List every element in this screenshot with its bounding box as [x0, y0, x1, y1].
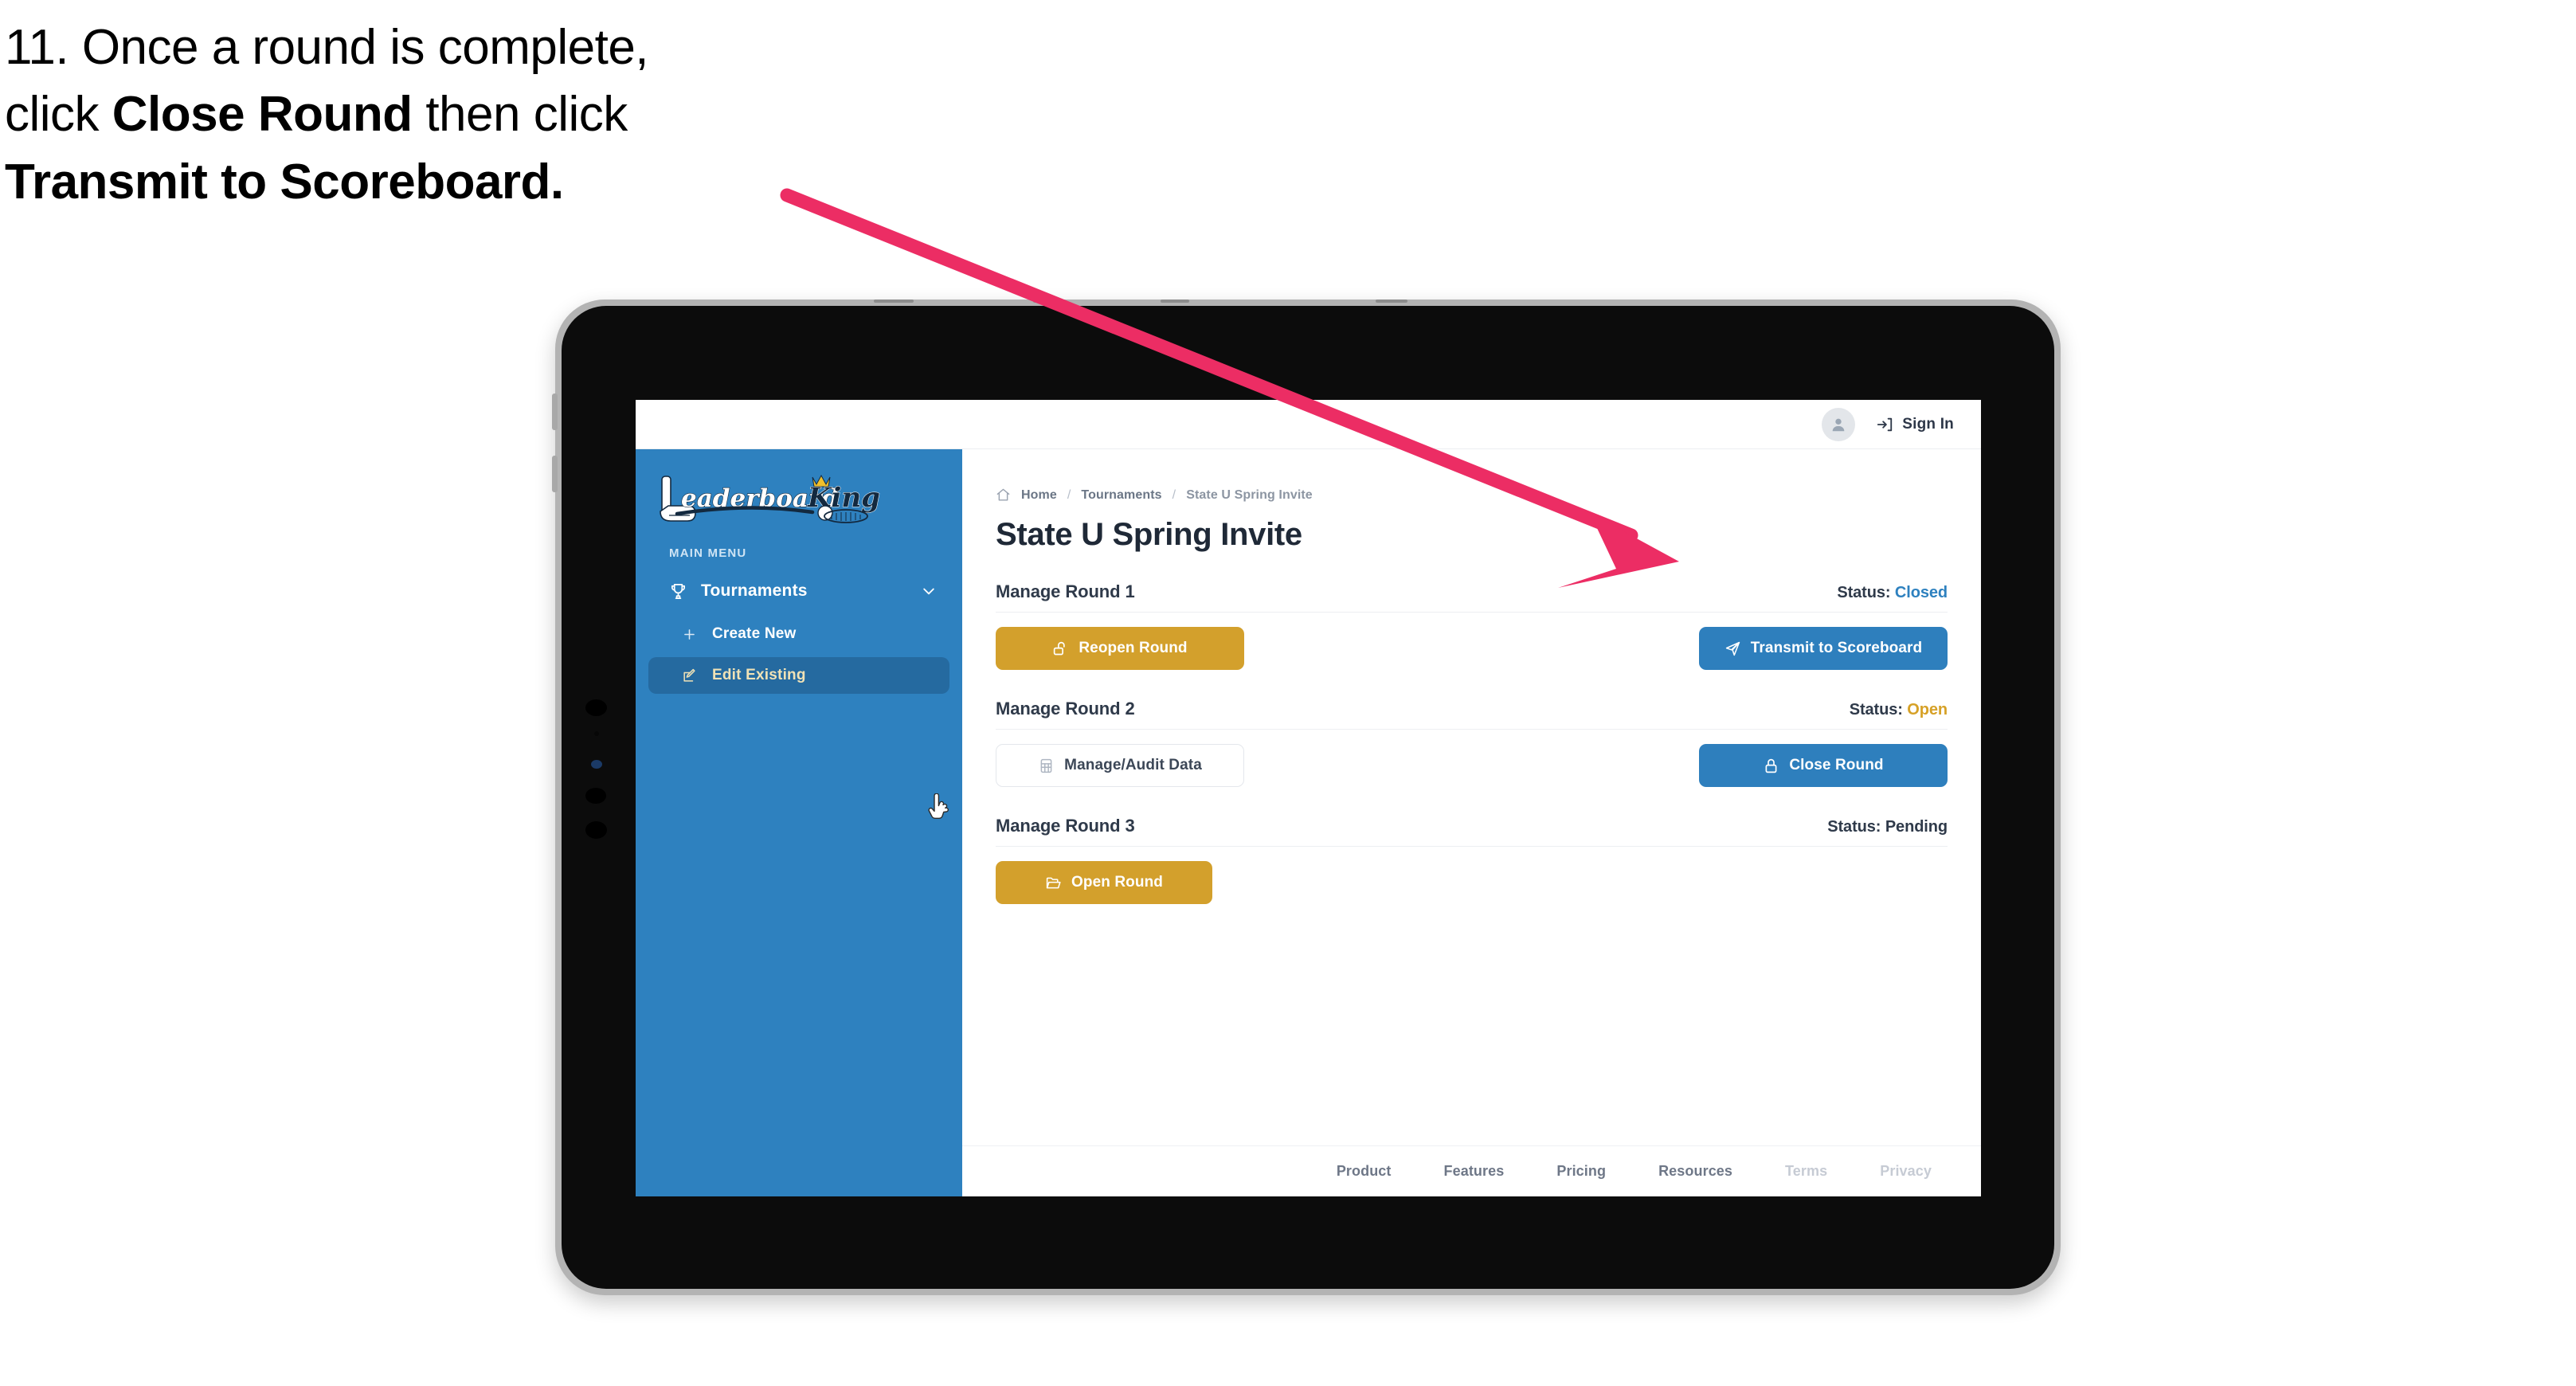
tablet-top-speck-3 [1161, 300, 1189, 303]
sidebar-item-create-new[interactable]: Create New [648, 616, 949, 652]
round-1-header: Manage Round 1 Status: Closed [996, 581, 1948, 613]
footer-link-privacy[interactable]: Privacy [1880, 1163, 1932, 1180]
caption-line-2-post: then click [412, 87, 628, 143]
footer-link-pricing[interactable]: Pricing [1556, 1163, 1606, 1180]
footer-link-product[interactable]: Product [1337, 1163, 1392, 1180]
caption-line-2-pre: click [5, 87, 112, 143]
main-content: Home / Tournaments / State U Spring Invi… [962, 449, 1981, 1196]
tablet-side-button-top [552, 393, 558, 430]
manage-audit-data-label: Manage/Audit Data [1064, 757, 1202, 773]
round-block-2: Manage Round 2 Status: Open Manage/Audit… [996, 699, 1948, 787]
edit-square-icon [682, 668, 701, 683]
round-2-title: Manage Round 2 [996, 699, 1135, 718]
instruction-caption: 11. Once a round is complete, click Clos… [5, 14, 881, 216]
sign-in-label: Sign In [1902, 415, 1954, 433]
round-3-status-value: Pending [1885, 818, 1948, 836]
breadcrumb: Home / Tournaments / State U Spring Invi… [996, 487, 1948, 503]
chevron-down-icon[interactable] [921, 583, 937, 599]
caption-line-3: Transmit to Scoreboard. [5, 154, 564, 209]
tablet-sensor-dot-2 [594, 731, 599, 736]
trophy-icon [669, 582, 691, 601]
round-1-status: Status: Closed [1837, 584, 1948, 602]
round-1-actions: Reopen Round Transmit to Scoreboard [996, 627, 1948, 670]
round-2-header: Manage Round 2 Status: Open [996, 699, 1948, 730]
app-footer: Product Features Pricing Resources Terms… [962, 1145, 1981, 1196]
round-2-status: Status: Open [1850, 701, 1948, 719]
folder-open-icon [1046, 877, 1061, 888]
tablet-screen: Sign In eaderboard King MAIN MENU Tourna… [636, 400, 1981, 1196]
close-round-button[interactable]: Close Round [1699, 744, 1948, 787]
app-topbar: Sign In [636, 400, 1981, 449]
sign-in-button[interactable]: Sign In [1876, 416, 1954, 433]
caption-line-2-bold: Close Round [112, 87, 413, 143]
open-round-button[interactable]: Open Round [996, 861, 1212, 904]
transmit-to-scoreboard-label: Transmit to Scoreboard [1750, 640, 1923, 656]
content-inner: Home / Tournaments / State U Spring Invi… [962, 449, 1981, 1145]
avatar[interactable] [1822, 407, 1856, 441]
page-title: State U Spring Invite [996, 517, 1302, 552]
sidebar-item-tournaments-label: Tournaments [701, 581, 808, 600]
round-block-3: Manage Round 3 Status: Pending Open Roun… [996, 816, 1948, 904]
round-3-status: Status: Pending [1827, 818, 1948, 836]
round-2-actions: Manage/Audit Data Close Round [996, 744, 1948, 787]
round-2-status-label: Status: [1849, 701, 1903, 718]
round-1-status-label: Status: [1837, 584, 1891, 601]
round-3-status-label: Status: [1827, 818, 1881, 836]
round-3-actions: Open Round [996, 861, 1948, 904]
tablet-top-speck-1 [874, 300, 914, 303]
caption-line-2: click Close Round then click [5, 81, 881, 148]
sidebar: eaderboard King MAIN MENU Tournaments Cr… [636, 449, 962, 1196]
leaderboard-king-logo-icon: eaderboard King [660, 474, 880, 523]
sidebar-section-label: MAIN MENU [669, 546, 747, 560]
round-3-header: Manage Round 3 Status: Pending [996, 816, 1948, 847]
sidebar-item-tournaments[interactable]: Tournaments [648, 571, 949, 611]
lock-icon [1765, 758, 1777, 773]
tablet-device-mockup: Sign In eaderboard King MAIN MENU Tourna… [552, 300, 2061, 1295]
reopen-round-button[interactable]: Reopen Round [996, 627, 1244, 670]
footer-link-terms[interactable]: Terms [1785, 1163, 1827, 1180]
sidebar-item-edit-existing-label: Edit Existing [712, 667, 806, 683]
tablet-side-button-bottom [552, 456, 558, 492]
tablet-sensor-dot-4 [585, 821, 607, 839]
breadcrumb-separator-1: / [1067, 487, 1071, 502]
svg-text:King: King [807, 482, 880, 514]
breadcrumb-item-tournaments[interactable]: Tournaments [1081, 488, 1161, 503]
round-1-status-value: Closed [1894, 584, 1948, 601]
tablet-sensor-dot-3 [585, 788, 606, 804]
close-round-label: Close Round [1789, 757, 1884, 773]
pointer-hand-cursor [927, 793, 951, 828]
breadcrumb-item-current: State U Spring Invite [1186, 487, 1313, 502]
user-avatar-icon [1832, 418, 1845, 431]
app-logo[interactable]: eaderboard King [636, 454, 962, 527]
sidebar-item-create-new-label: Create New [712, 625, 797, 642]
tablet-outer-frame: Sign In eaderboard King MAIN MENU Tourna… [552, 300, 2061, 1295]
breadcrumb-item-home[interactable]: Home [1021, 488, 1057, 503]
manage-audit-data-button[interactable]: Manage/Audit Data [996, 744, 1244, 787]
round-3-title: Manage Round 3 [996, 816, 1135, 836]
plus-icon [682, 627, 701, 642]
transmit-to-scoreboard-button[interactable]: Transmit to Scoreboard [1699, 627, 1948, 670]
reopen-round-label: Reopen Round [1079, 640, 1188, 656]
round-block-1: Manage Round 1 Status: Closed Reopen Rou… [996, 581, 1948, 670]
paper-plane-icon [1725, 641, 1740, 656]
open-round-label: Open Round [1071, 874, 1163, 891]
round-2-status-value: Open [1907, 701, 1948, 718]
breadcrumb-separator-2: / [1172, 487, 1176, 502]
round-1-title: Manage Round 1 [996, 581, 1135, 601]
unlock-icon [1054, 641, 1066, 655]
sidebar-item-edit-existing[interactable]: Edit Existing [648, 657, 949, 694]
tablet-top-speck-2 [1033, 300, 1065, 303]
caption-line-1: 11. Once a round is complete, [5, 20, 649, 75]
home-icon[interactable] [996, 487, 1011, 503]
app-body: eaderboard King MAIN MENU Tournaments Cr… [636, 449, 1981, 1196]
tablet-camera-lens [591, 760, 602, 769]
tablet-top-speck-4 [1376, 300, 1407, 303]
footer-link-features[interactable]: Features [1444, 1163, 1505, 1180]
tablet-sensor-dot-1 [585, 699, 607, 716]
footer-link-resources[interactable]: Resources [1658, 1163, 1732, 1180]
table-grid-icon [1040, 758, 1052, 773]
sign-in-arrow-icon [1877, 417, 1893, 431]
